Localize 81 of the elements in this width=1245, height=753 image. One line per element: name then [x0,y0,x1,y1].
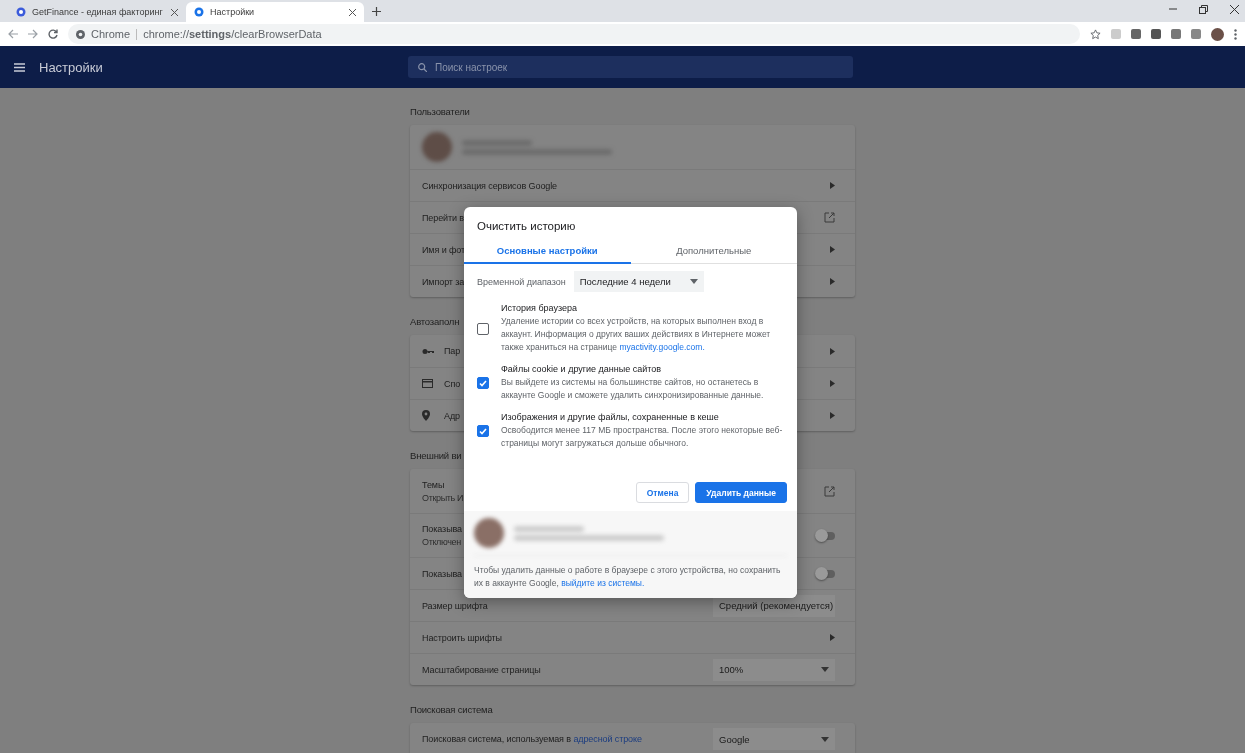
arrow-right-icon[interactable] [830,347,835,355]
setting-label: Синхронизация сервисов Google [422,180,558,191]
checkbox[interactable] [477,322,489,335]
sign-out-note: Чтобы удалить данные о работе в браузере с этого устройства, но сохранить их в аккаунте Google, выйдите из системы. [474,564,782,590]
checkbox[interactable] [477,425,489,437]
dialog-title: Очистить историю [476,219,577,234]
url-text: chrome://settings/clearBrowserData [143,28,322,40]
arrow-right-icon[interactable] [830,182,835,189]
setting-label: Темы [422,479,445,490]
section-heading: Поисковая система [410,704,493,715]
option-description: Освободится менее 117 МБ пространства. После этого некоторые веб-страницы могут загружаться дольше обычного. [501,424,784,450]
checkbox[interactable] [477,377,489,389]
setting-label: Перейти в [422,212,465,223]
external-link-icon[interactable] [824,212,835,223]
arrow-right-icon[interactable] [830,380,835,387]
toggle-switch[interactable] [817,569,835,578]
reload-icon[interactable] [48,29,58,39]
setting-label: Пар [444,346,461,356]
back-arrow-icon[interactable] [8,29,18,39]
settings-link[interactable]: адресной строке [573,734,642,744]
time-range-select[interactable]: Последние 4 недели [573,271,704,292]
setting-label: Масштабирование страницы [422,664,541,675]
delete-data-button[interactable]: Удалить данные [695,482,787,503]
new-tab-icon[interactable] [372,7,381,16]
setting-label: Адр [444,410,460,421]
setting-label: Размер шрифта [422,600,488,611]
setting-label: Настроить шрифты [422,632,502,643]
dropdown-select[interactable]: Google [713,728,835,750]
forward-arrow-icon[interactable] [28,29,38,39]
dropdown-select[interactable]: 100% [713,658,835,681]
setting-label: Показыва [422,524,462,534]
option-description: Вы выйдете из системы на большинстве сайтов, но останетесь в аккаунте Google и сможете удалить синхронизированные данные. [501,376,765,402]
cancel-button[interactable]: Отмена [635,482,690,503]
option-title: История браузера [501,303,578,313]
arrow-right-icon[interactable] [830,278,835,285]
arrow-right-icon[interactable] [830,412,835,419]
menu-icon[interactable] [14,62,25,72]
key-icon [422,347,434,355]
option-description: Удаление истории со всех устройств, на которых выполнен вход в аккаунт. Информация о других ваших действиях в Интернете может также храниться на странице myactivity.google.com. [501,315,772,354]
site-origin-label: Chrome [91,28,131,40]
setting-label: Поисковая система, используемая в адресной строке [422,734,642,744]
dropdown-caret-icon [821,736,829,742]
setting-label: Имя и фот [422,244,465,255]
browser-tab[interactable]: GetFinance - единая факторинг [8,2,186,22]
browser-tab[interactable]: Настройки [186,2,364,22]
dropdown-caret-icon [689,279,698,284]
option-title: Изображения и другие файлы, сохраненные в кеше [501,412,720,422]
time-range-label: Временной диапазон [477,276,566,287]
option-title: Файлы cookie и другие данные сайтов [501,364,663,374]
toggle-switch[interactable] [817,531,835,540]
address-bar[interactable]: Chrome chrome://settings/clearBrowserData [68,24,1080,44]
setting-label: Спо [444,378,461,389]
chrome-logo-icon [76,29,85,39]
credit-card-icon [422,379,433,388]
dropdown-caret-icon [821,667,829,672]
location-pin-icon [422,410,430,421]
setting-sublabel: Открыть И [422,492,464,503]
sign-out-link[interactable]: выйдите из системы. [561,578,645,588]
dialog-tab[interactable]: Дополнительные [630,241,797,264]
close-icon[interactable] [349,8,356,16]
section-heading: Внешний ви [410,450,462,461]
setting-label: Импорт за [422,276,465,287]
section-heading: Автозаполн [410,316,460,327]
search-field[interactable]: Поиск настроек [408,56,853,78]
menu-icon[interactable] [1234,28,1237,40]
avatar-icon[interactable] [1211,27,1224,41]
external-link-icon[interactable] [824,485,835,497]
restore-icon[interactable] [1199,5,1208,14]
section-heading: Пользователи [410,106,470,117]
setting-sublabel: Отключен [422,537,461,547]
star-icon[interactable] [1090,28,1101,40]
close-icon[interactable] [171,8,178,16]
settings-title: Настройки [39,59,103,75]
dialog-tab[interactable]: Основные настройки [464,241,631,264]
search-icon [418,62,427,72]
setting-label: Показыва [422,568,462,579]
site-favicon-icon [16,7,26,17]
arrow-right-icon[interactable] [830,634,835,641]
arrow-right-icon[interactable] [830,246,835,253]
close-window-icon[interactable] [1230,5,1239,14]
activity-link[interactable]: myactivity.google.com. [619,342,705,352]
